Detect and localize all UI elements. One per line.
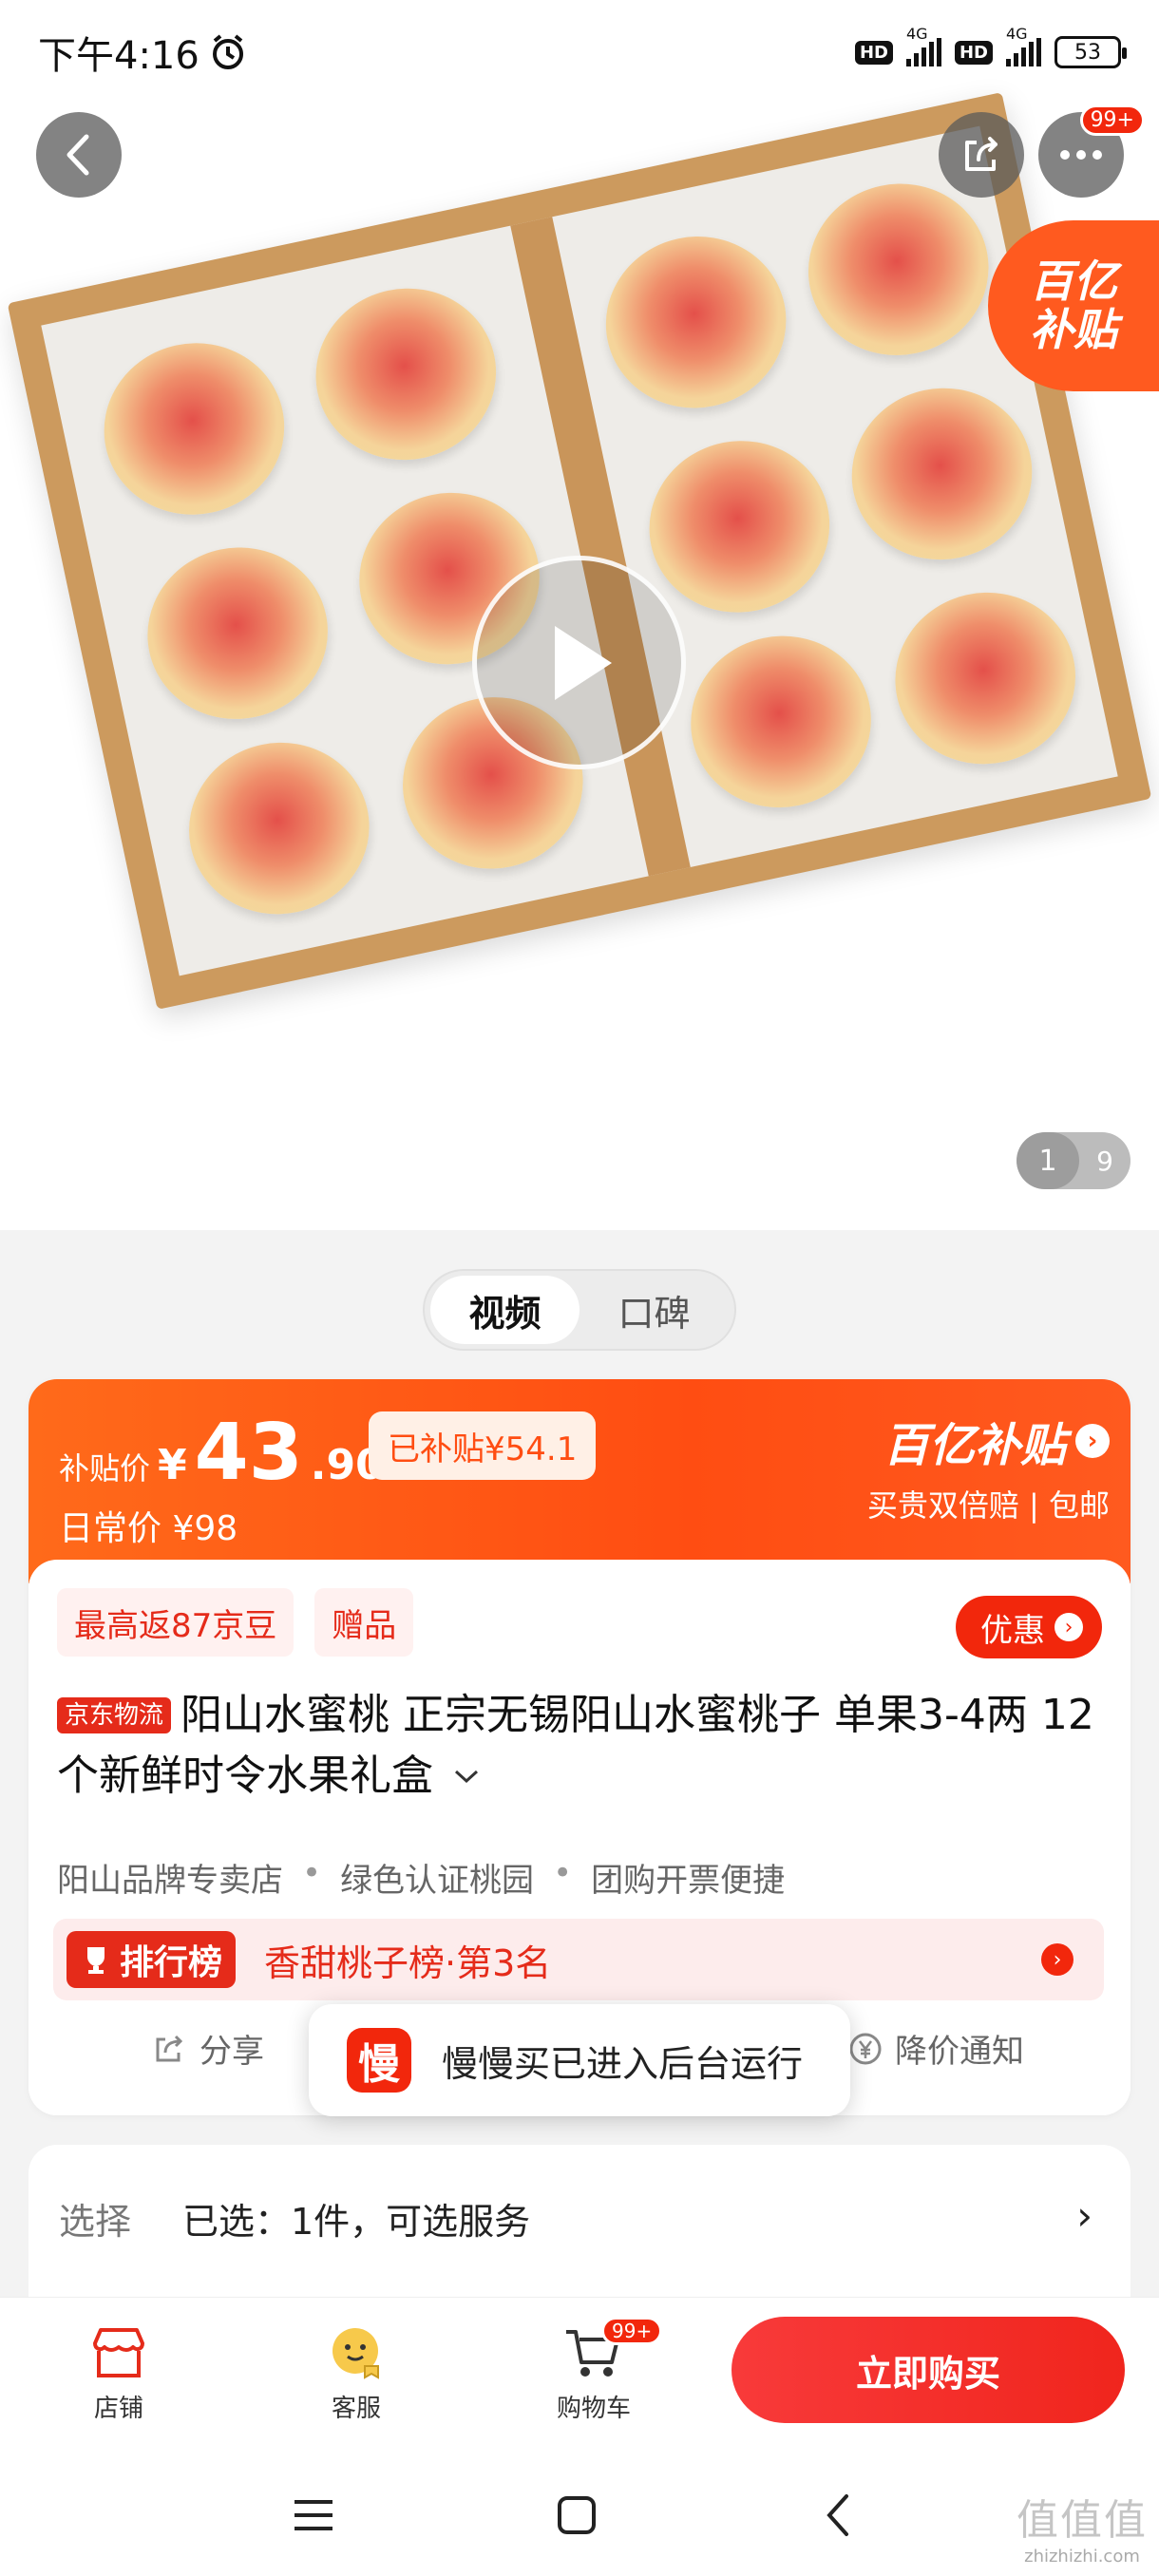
image-page-indicator: 1 9 bbox=[1016, 1132, 1130, 1189]
chevron-down-icon[interactable] bbox=[452, 1767, 481, 1786]
play-video-button[interactable] bbox=[472, 556, 686, 769]
more-options-button[interactable]: 99+ bbox=[1038, 104, 1145, 198]
discount-label: 优惠 bbox=[980, 1611, 1045, 1650]
cart-count-badge: 99+ bbox=[601, 2317, 663, 2345]
chevron-right-icon: › bbox=[1054, 1613, 1083, 1641]
back-triangle-icon bbox=[826, 2494, 848, 2536]
jd-logistics-badge: 京东物流 bbox=[57, 1697, 172, 1733]
trophy-icon bbox=[87, 1947, 104, 1974]
product-title-text: 阳山水蜜桃 正宗无锡阳山水蜜桃子 单果3-4两 12个新鲜时令水果礼盒 bbox=[57, 1691, 1094, 1800]
share-top-button[interactable] bbox=[939, 112, 1024, 198]
play-icon bbox=[554, 625, 612, 700]
watermark-url: zhizhizhi.com bbox=[1024, 2547, 1140, 2567]
feature-item: 团购开票便捷 bbox=[591, 1862, 786, 1900]
jd-bean-tag[interactable]: 最高返87京豆 bbox=[57, 1588, 294, 1657]
tab-reviews[interactable]: 口碑 bbox=[580, 1276, 729, 1344]
hd-icon: HD bbox=[854, 40, 893, 65]
gift-tag[interactable]: 赠品 bbox=[314, 1588, 414, 1657]
ranking-bar[interactable]: 排行榜 香甜桃子榜·第3名 › bbox=[53, 1919, 1104, 2000]
subsidy-corner-line1: 百亿 bbox=[1030, 256, 1117, 308]
customer-service-button[interactable]: 客服 bbox=[290, 2317, 423, 2424]
battery-icon: 53 bbox=[1054, 36, 1127, 68]
ranking-badge: 排行榜 bbox=[66, 1931, 237, 1988]
message-count-badge: 99+ bbox=[1079, 104, 1145, 136]
price-banner: 补贴价 ¥ 43 .90 已补贴¥54.1 日常价 ¥98 百亿补贴 › 买贵双倍… bbox=[28, 1379, 1130, 1583]
cart-button[interactable]: 99+ 购物车 bbox=[527, 2317, 663, 2424]
recents-button[interactable] bbox=[276, 2482, 352, 2548]
currency-symbol: ¥ bbox=[158, 1441, 187, 1489]
subsidy-price: 补贴价 ¥ 43 .90 bbox=[59, 1408, 385, 1498]
price-notify-button[interactable]: 降价通知 bbox=[847, 2025, 1024, 2072]
subsidy-corner-line2: 补贴 bbox=[1030, 304, 1117, 355]
background-running-toast: 慢 慢慢买已进入后台运行 bbox=[309, 2004, 850, 2116]
billion-subsidy-link[interactable]: 百亿补贴 › 买贵双倍赔 | 包邮 bbox=[867, 1408, 1110, 1525]
chevron-right-icon: › bbox=[1041, 1943, 1074, 1976]
status-indicators: HD 4G HD 4G 53 bbox=[854, 25, 1127, 68]
share-button[interactable]: 分享 bbox=[152, 2025, 264, 2072]
price-notify-label: 降价通知 bbox=[895, 2033, 1024, 2071]
media-tabs: 视频 口碑 bbox=[423, 1269, 736, 1351]
store-features: 阳山品牌专卖店 • 绿色认证桃园 • 团购开票便捷 bbox=[57, 1854, 786, 1900]
price-label: 补贴价 bbox=[59, 1450, 151, 1487]
network-type-2: 4G bbox=[1006, 25, 1028, 43]
battery-level: 53 bbox=[1074, 40, 1101, 65]
discount-button[interactable]: 优惠 › bbox=[956, 1596, 1102, 1658]
status-bar: 下午4:16 HD 4G HD 4G 53 bbox=[0, 0, 1159, 104]
subsidy-guarantee: 买贵双倍赔 | 包邮 bbox=[866, 1487, 1110, 1524]
hd-icon-2: HD bbox=[954, 40, 993, 65]
promo-tags: 最高返87京豆 赠品 bbox=[57, 1588, 414, 1657]
page-total: 9 bbox=[1096, 1145, 1113, 1177]
subsidy-corner-badge: 百亿 补贴 bbox=[988, 220, 1159, 391]
chevron-left-icon bbox=[66, 134, 89, 176]
price-integer: 43 bbox=[194, 1408, 303, 1498]
feature-item: 阳山品牌专卖店 bbox=[57, 1862, 283, 1900]
home-square-icon bbox=[558, 2496, 596, 2534]
store-button[interactable]: 店铺 bbox=[52, 2317, 185, 2424]
ranking-badge-label: 排行榜 bbox=[120, 1943, 223, 1982]
subsidized-amount-chip: 已补贴¥54.1 bbox=[369, 1411, 597, 1480]
selection-label: 选择 bbox=[59, 2201, 132, 2243]
system-back-button[interactable] bbox=[800, 2482, 876, 2548]
menu-icon bbox=[294, 2500, 332, 2530]
store-label: 店铺 bbox=[93, 2395, 143, 2423]
selection-value: 已选：1件，可选服务 bbox=[182, 2201, 531, 2243]
home-button[interactable] bbox=[539, 2482, 615, 2548]
customer-service-icon bbox=[332, 2328, 379, 2379]
yen-circle-icon bbox=[849, 2033, 882, 2064]
daily-price: 日常价 ¥98 bbox=[59, 1509, 238, 1548]
status-time: 下午4:16 bbox=[38, 25, 247, 80]
toast-text: 慢慢买已进入后台运行 bbox=[442, 2042, 804, 2085]
chevron-right-icon: › bbox=[1075, 1424, 1110, 1458]
spec-selection-row[interactable]: 选择 已选：1件，可选服务 › bbox=[28, 2145, 1130, 2297]
signal-icon: 4G bbox=[905, 25, 941, 66]
product-title: 京东物流 阳山水蜜桃 正宗无锡阳山水蜜桃子 单果3-4两 12个新鲜时令水果礼盒 bbox=[57, 1685, 1102, 1807]
more-dots-icon bbox=[1060, 150, 1102, 160]
app-icon-char: 慢 bbox=[358, 2040, 400, 2089]
cart-label: 购物车 bbox=[556, 2395, 631, 2423]
manmanbuy-app-icon: 慢 bbox=[347, 2028, 411, 2093]
network-type-1: 4G bbox=[905, 25, 928, 43]
store-icon bbox=[93, 2328, 144, 2377]
bottom-action-bar: 店铺 客服 99+ 购物车 立即购买 bbox=[0, 2297, 1159, 2453]
share-label: 分享 bbox=[200, 2033, 264, 2071]
clock-text: 下午4:16 bbox=[38, 34, 200, 78]
share-icon bbox=[156, 2035, 183, 2061]
system-navigation-bar: 值值值 zhizhizhi.com bbox=[0, 2453, 1159, 2576]
back-button[interactable] bbox=[36, 112, 122, 198]
feature-item: 绿色认证桃园 bbox=[340, 1862, 535, 1900]
alarm-icon bbox=[212, 34, 243, 69]
site-watermark: 值值值 zhizhizhi.com bbox=[1016, 2486, 1148, 2567]
page-current: 1 bbox=[1016, 1132, 1079, 1189]
ranking-text: 香甜桃子榜·第3名 bbox=[264, 1941, 552, 1984]
watermark-logo: 值值值 bbox=[1016, 2496, 1148, 2545]
signal-icon-2: 4G bbox=[1006, 25, 1041, 66]
chevron-right-icon: › bbox=[1076, 2192, 1092, 2239]
customer-service-label: 客服 bbox=[331, 2395, 381, 2423]
tab-video[interactable]: 视频 bbox=[430, 1276, 580, 1344]
peach-gift-box-image bbox=[7, 92, 1152, 1010]
buy-now-button[interactable]: 立即购买 bbox=[732, 2317, 1125, 2423]
share-icon bbox=[965, 137, 998, 171]
subsidy-brand: 百亿补贴 bbox=[883, 1419, 1066, 1472]
